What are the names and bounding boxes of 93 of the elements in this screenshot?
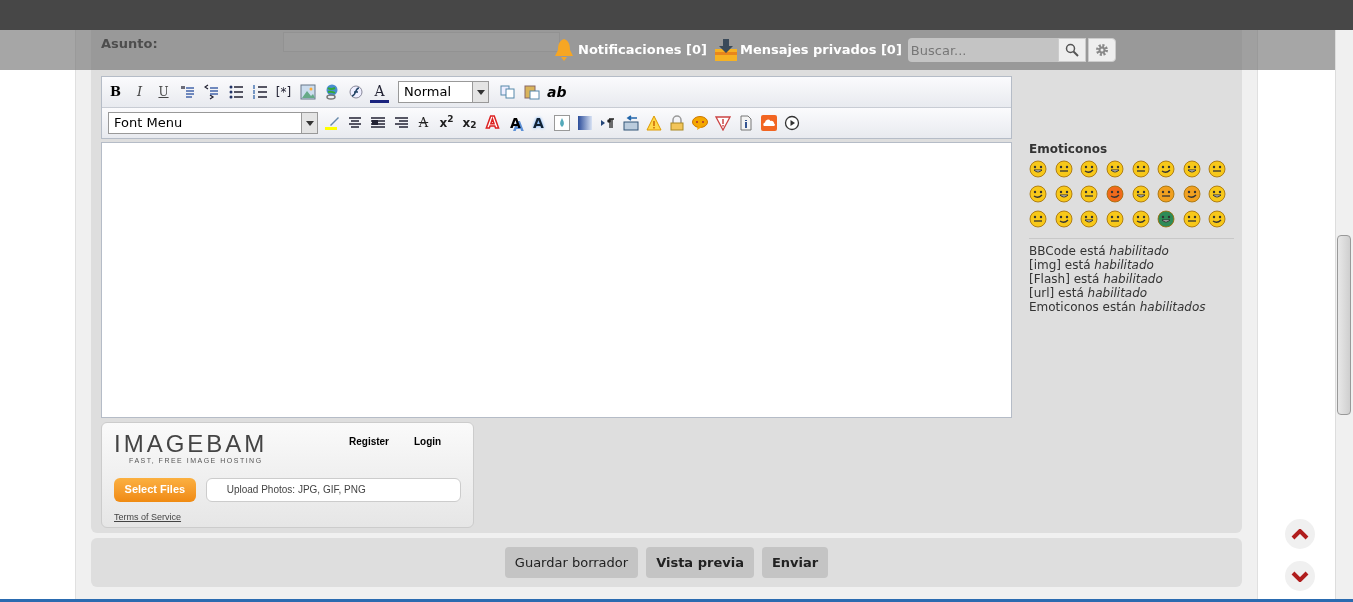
droplet-icon <box>553 115 570 131</box>
insert-button[interactable] <box>621 112 640 134</box>
scrollbar[interactable] <box>1335 30 1353 599</box>
search-field[interactable]: Buscar... <box>907 38 1058 62</box>
info-icon <box>737 115 754 131</box>
emoticon-icon[interactable] <box>1182 210 1201 228</box>
strike-button[interactable]: A <box>414 112 433 134</box>
spell-button[interactable]: ab <box>546 81 568 103</box>
status-line: [Flash] está habilitado <box>1029 272 1164 286</box>
cloud-icon <box>760 115 777 131</box>
bold-button[interactable]: B <box>106 81 125 103</box>
save-draft-button[interactable]: Guardar borrador <box>504 547 639 578</box>
send-button[interactable]: Enviar <box>761 547 829 578</box>
emoticon-icon[interactable] <box>1131 185 1150 203</box>
shadow-button[interactable]: A <box>506 112 525 134</box>
flash-icon <box>347 84 364 100</box>
lock-icon <box>668 115 685 131</box>
emoticon-icon[interactable] <box>1208 185 1227 203</box>
emoticon-icon[interactable] <box>1054 185 1073 203</box>
upload-field[interactable]: Upload Photos: JPG, GIF, PNG <box>205 477 461 502</box>
glow-button[interactable]: A <box>529 112 548 134</box>
status-line: BBCode está habilitado <box>1029 244 1170 258</box>
superscript-button[interactable]: x$^{2}$ <box>437 112 456 134</box>
paragraph-direction-icon <box>599 115 616 131</box>
imagebam-logo: IMAGEBAM <box>114 432 269 456</box>
register-link[interactable]: Register <box>349 434 389 449</box>
emoticon-icon[interactable] <box>1157 210 1176 228</box>
emoticon-icon[interactable] <box>1105 160 1124 178</box>
emoticon-icon[interactable] <box>1208 160 1227 178</box>
numbered-list-icon <box>251 84 268 100</box>
emoticon-icon[interactable] <box>1029 160 1047 178</box>
emoticon-icon[interactable] <box>1080 185 1099 203</box>
emoticon-icon[interactable] <box>1105 185 1124 203</box>
login-link[interactable]: Login <box>414 434 442 449</box>
insert-box-icon <box>622 115 639 131</box>
copy-icon <box>499 84 516 100</box>
status-line: [img] está habilitado <box>1029 258 1155 272</box>
lock-button[interactable] <box>667 112 686 134</box>
image-button[interactable] <box>298 81 317 103</box>
inbox-icon <box>713 38 738 62</box>
gradient-square-icon <box>576 115 593 131</box>
font-color-button[interactable]: A <box>370 81 389 103</box>
font-dropdown[interactable]: Font Menu <box>108 112 318 134</box>
settings-button[interactable] <box>1087 38 1116 62</box>
emoticon-icon[interactable] <box>1131 160 1150 178</box>
emoticon-icon[interactable] <box>1157 160 1176 178</box>
emoticon-icon[interactable] <box>1182 185 1201 203</box>
emoticon-icon[interactable] <box>1080 210 1099 228</box>
status-line: Emoticonos están habilitados <box>1029 300 1207 314</box>
emoticon-icon[interactable] <box>1131 210 1150 228</box>
clipboard-icon <box>523 84 540 100</box>
subscript-button[interactable]: x$_{2}$ <box>460 112 479 134</box>
scrollbar-thumb[interactable] <box>1337 235 1351 415</box>
code-icon <box>203 84 220 100</box>
underline-button[interactable]: U <box>154 81 173 103</box>
bullet-list-icon <box>227 84 244 100</box>
justify-icon <box>369 115 386 131</box>
chevron-up-icon <box>1291 528 1309 540</box>
emoticon-icon[interactable] <box>1182 160 1201 178</box>
format-dropdown[interactable]: Normal <box>398 81 489 103</box>
emoticon-icon[interactable] <box>1157 185 1176 203</box>
status-line: [url] está habilitado <box>1029 286 1149 300</box>
list-item-button[interactable]: [*] <box>274 81 293 103</box>
subject-label: Asunto: <box>101 35 159 53</box>
search-icon <box>1064 43 1079 57</box>
align-center-icon <box>346 115 363 131</box>
emoticon-icon[interactable] <box>1029 210 1047 228</box>
speech-bubble-icon <box>691 115 708 131</box>
chevron-down-icon <box>1291 570 1309 582</box>
highlighter-icon <box>323 115 340 131</box>
align-right-icon <box>392 115 409 131</box>
italic-button[interactable]: I <box>130 81 149 103</box>
picture-icon <box>299 84 316 100</box>
subject-field[interactable] <box>283 32 560 52</box>
caret-icon <box>305 120 314 126</box>
quote-icon <box>179 84 196 100</box>
emoticon-icon[interactable] <box>1208 210 1227 228</box>
terms-link[interactable]: Terms of Service <box>114 510 182 524</box>
preview-button[interactable]: Vista previa <box>646 547 754 578</box>
emoticon-icon[interactable] <box>1054 160 1073 178</box>
emoticons-heading: Emoticonos <box>1029 141 1109 158</box>
emoticon-icon[interactable] <box>1105 210 1124 228</box>
caret-icon <box>476 89 485 95</box>
warning-icon <box>645 115 662 131</box>
emoticon-icon[interactable] <box>1054 210 1073 228</box>
exclamation-triangle-icon <box>714 115 731 131</box>
bell-icon <box>552 38 576 62</box>
settings-icon <box>1094 43 1109 57</box>
emoticon-icon[interactable] <box>1080 160 1099 178</box>
play-icon <box>783 115 800 131</box>
search-button[interactable] <box>1057 38 1086 62</box>
globe-icon <box>323 84 340 100</box>
emoticon-icon[interactable] <box>1029 185 1047 203</box>
